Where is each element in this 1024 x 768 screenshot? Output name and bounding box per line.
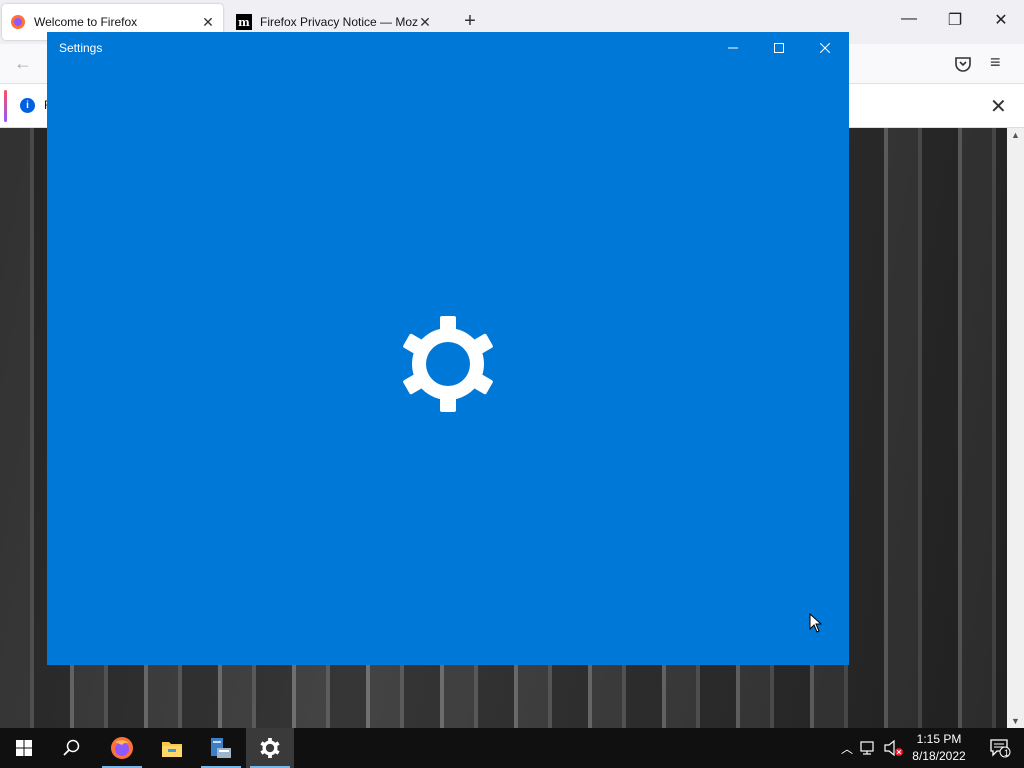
browser-restore-button[interactable]: ❐	[932, 10, 978, 30]
action-center-button[interactable]: 1	[976, 728, 1024, 768]
gear-icon	[403, 316, 493, 412]
browser-minimize-button[interactable]: —	[886, 10, 932, 28]
new-tab-button[interactable]: +	[458, 11, 482, 31]
firefox-favicon-icon	[11, 15, 25, 29]
search-button[interactable]	[48, 728, 96, 768]
search-icon	[63, 739, 80, 756]
svg-text:m: m	[238, 16, 250, 29]
taskbar-server-manager[interactable]	[197, 728, 245, 768]
folder-icon	[162, 742, 182, 757]
window-title: Settings	[59, 41, 103, 55]
back-arrow-icon[interactable]: ←	[14, 53, 32, 74]
notice-accent-bar	[4, 90, 7, 122]
taskbar-settings[interactable]	[246, 728, 294, 768]
maximize-button[interactable]	[756, 38, 802, 58]
settings-gear-icon	[260, 738, 280, 758]
close-icon	[819, 42, 831, 54]
volume-muted-icon[interactable]	[884, 740, 904, 756]
mozilla-favicon-icon: m	[236, 14, 252, 30]
system-clock[interactable]: 1:15 PM 8/18/2022	[906, 731, 972, 765]
maximize-icon	[774, 43, 784, 53]
scroll-up-icon[interactable]: ▲	[1007, 130, 1024, 140]
tab-close-icon[interactable]: ✕	[418, 14, 432, 31]
notice-close-icon[interactable]: ✕	[990, 94, 1007, 119]
firefox-icon	[111, 737, 133, 759]
minimize-button[interactable]	[710, 38, 756, 58]
notification-count: 1	[1004, 748, 1010, 758]
clock-date: 8/18/2022	[912, 749, 966, 763]
scroll-down-icon[interactable]: ▼	[1007, 716, 1024, 726]
hamburger-menu-icon[interactable]: ≡	[990, 52, 1001, 73]
page-scrollbar[interactable]: ▲ ▼	[1007, 128, 1024, 728]
settings-window: Settings	[47, 32, 849, 665]
windows-logo-icon	[16, 740, 32, 756]
tab-title: Welcome to Firefox	[34, 15, 138, 29]
minimize-icon	[728, 47, 738, 49]
close-button[interactable]	[802, 38, 848, 58]
tab-title: Firefox Privacy Notice — Mozilla	[260, 15, 418, 29]
browser-close-button[interactable]: ✕	[978, 10, 1024, 30]
network-icon[interactable]	[860, 740, 878, 756]
info-icon: i	[20, 98, 35, 113]
taskbar-firefox[interactable]	[98, 728, 146, 768]
taskbar: ︿ 1:15 PM 8/18/2022 1	[0, 728, 1024, 768]
mouse-cursor-icon	[809, 613, 823, 633]
clock-time: 1:15 PM	[916, 732, 962, 746]
tab-close-icon[interactable]: ✕	[201, 14, 215, 31]
chevron-up-icon[interactable]: ︿	[838, 740, 856, 757]
taskbar-file-explorer[interactable]	[148, 728, 196, 768]
pocket-icon[interactable]	[953, 54, 973, 74]
server-manager-icon	[211, 738, 231, 758]
system-tray: ︿	[838, 728, 904, 768]
start-button[interactable]	[0, 728, 48, 768]
